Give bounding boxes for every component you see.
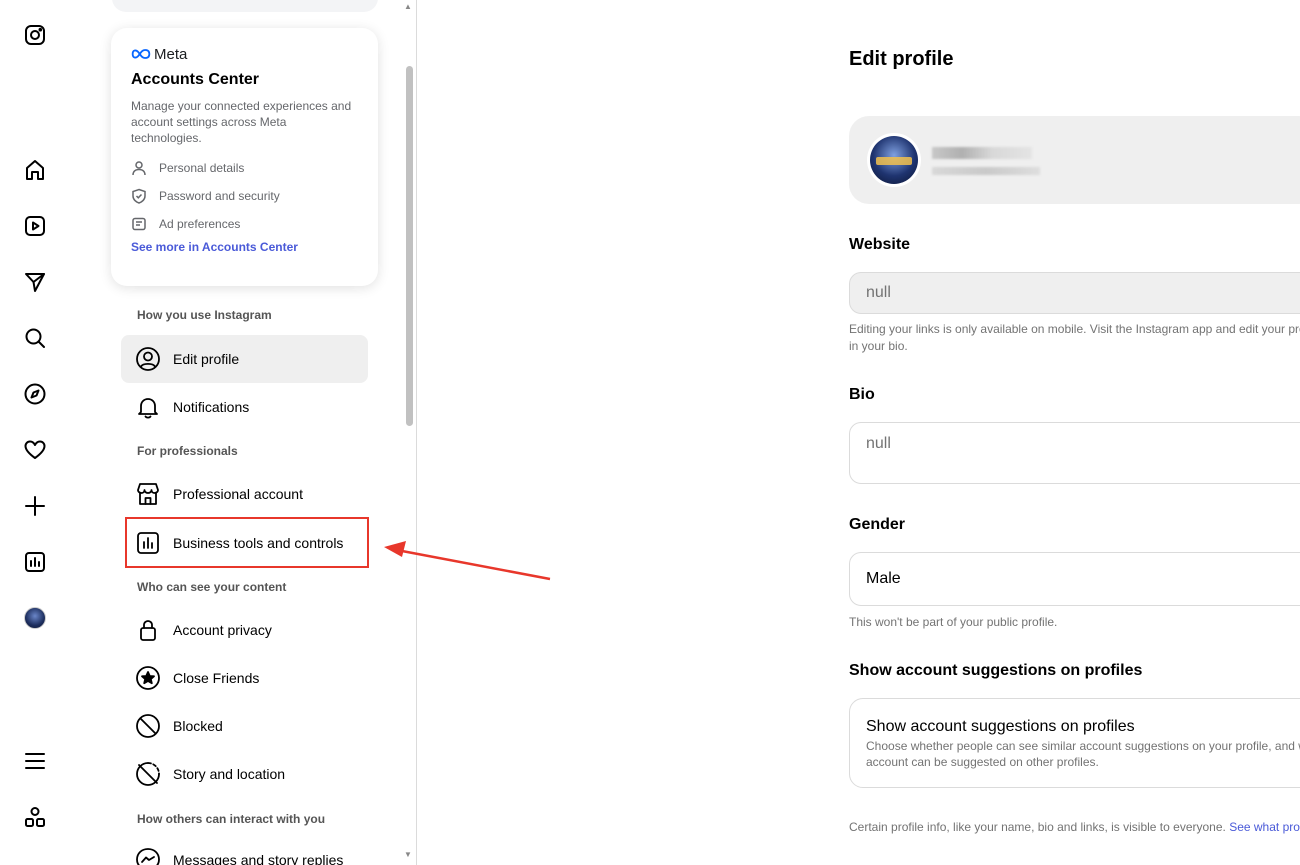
nav-edit-profile[interactable]: Edit profile (121, 335, 368, 383)
ac-password-security[interactable]: Password and security (131, 182, 358, 210)
website-field: null (849, 272, 1300, 314)
card-stub (112, 0, 378, 12)
nav-story-location[interactable]: Story and location (121, 750, 368, 798)
nav-label: Account privacy (173, 622, 272, 638)
website-helper-text-2: in your bio. (849, 339, 908, 353)
page-title: Edit profile (849, 48, 954, 70)
suggestions-toggle-box[interactable]: Show account suggestions on profiles Cho… (849, 698, 1300, 788)
profile-avatar[interactable] (21, 604, 49, 632)
profile-photo[interactable] (867, 133, 921, 187)
person-icon (132, 161, 146, 176)
edit-profile-main: Edit profile Website null Editing your l… (849, 0, 1300, 865)
chart-box-icon (137, 531, 159, 554)
nav-blocked[interactable]: Blocked (121, 702, 368, 750)
settings-sidebar: Meta Accounts Center Manage your connect… (100, 0, 417, 865)
nav-label: Blocked (173, 718, 223, 734)
meta-logo: Meta (131, 45, 358, 63)
section-heading: How others can interact with you (137, 812, 326, 826)
ac-item-label: Ad preferences (159, 217, 241, 231)
ac-item-label: Personal details (159, 161, 245, 175)
star-circle-icon (136, 666, 160, 690)
accounts-center-title: Accounts Center (131, 71, 260, 88)
instagram-icon[interactable] (21, 21, 49, 49)
suggestions-title: Show account suggestions on profiles (866, 718, 1135, 735)
meta-brand-text: Meta (154, 45, 188, 63)
accounts-center-card[interactable]: Meta Accounts Center Manage your connect… (111, 28, 378, 286)
nav-label: Story and location (173, 766, 286, 782)
accounts-center-description: Manage your connected experiences and ac… (131, 99, 352, 145)
see-more-accounts-center-link[interactable]: See more in Accounts Center (131, 240, 358, 254)
nav-professional-account[interactable]: Professional account (121, 470, 368, 518)
scroll-thumb[interactable] (406, 66, 413, 426)
nav-business-tools[interactable]: Business tools and controls (125, 517, 369, 568)
nav-label: Professional account (173, 486, 303, 502)
bio-textarea[interactable]: null (849, 422, 1300, 484)
insights-icon[interactable] (21, 548, 49, 576)
sidebar-scrollbar[interactable]: ▲ ▼ (401, 0, 415, 865)
reels-icon[interactable] (21, 212, 49, 240)
nav-label: Edit profile (173, 351, 240, 367)
website-label: Website (849, 236, 911, 253)
menu-icon[interactable] (21, 747, 49, 775)
nav-label: Close Friends (173, 670, 260, 686)
messenger-icon (136, 848, 160, 865)
heart-icon[interactable] (21, 436, 49, 464)
blurred-name (932, 147, 1032, 159)
section-heading: How you use Instagram (137, 308, 272, 322)
bio-label: Bio (849, 386, 875, 403)
ad-icon (132, 217, 146, 231)
direct-icon[interactable] (21, 268, 49, 296)
shield-icon (132, 188, 146, 204)
nav-account-privacy[interactable]: Account privacy (121, 606, 368, 654)
lock-icon (140, 620, 156, 641)
home-icon[interactable] (21, 156, 49, 184)
bell-icon (138, 398, 158, 419)
threads-icon[interactable] (21, 803, 49, 831)
website-helper-text: Editing your links is only available on … (849, 322, 1300, 336)
nav-notifications[interactable]: Notifications (121, 383, 368, 431)
suggestions-label: Show account suggestions on profiles (849, 662, 1143, 679)
footer-link[interactable]: See what pro (1229, 820, 1300, 834)
nav-label: Business tools and controls (173, 534, 344, 551)
explore-icon[interactable] (21, 380, 49, 408)
profile-card (849, 116, 1300, 204)
create-icon[interactable] (21, 492, 49, 520)
ac-ad-preferences[interactable]: Ad preferences (131, 210, 358, 238)
nav-close-friends[interactable]: Close Friends (121, 654, 368, 702)
store-icon (137, 483, 159, 505)
blurred-username (932, 167, 1040, 175)
story-off-icon (136, 762, 160, 786)
meta-infinity-icon (131, 49, 151, 59)
footer-text: Certain profile info, like your name, bi… (849, 820, 1226, 834)
nav-messages-story-replies[interactable]: Messages and story replies (121, 836, 368, 865)
scroll-down-arrow[interactable]: ▼ (404, 850, 412, 859)
ac-personal-details[interactable]: Personal details (131, 154, 358, 182)
section-heading: Who can see your content (137, 580, 287, 594)
section-heading: For professionals (137, 444, 238, 458)
blocked-icon (136, 714, 160, 738)
global-nav-rail (0, 0, 70, 865)
footer-note: Certain profile info, like your name, bi… (849, 820, 1300, 834)
scroll-up-arrow[interactable]: ▲ (404, 2, 412, 11)
gender-helper-text: This won't be part of your public profil… (849, 615, 1058, 629)
gender-label: Gender (849, 516, 906, 533)
nav-label: Notifications (173, 399, 250, 415)
gender-select[interactable]: Male (849, 552, 1300, 606)
ac-item-label: Password and security (159, 189, 280, 203)
suggestions-desc-1: Choose whether people can see similar ac… (866, 739, 1300, 753)
annotation-arrow (384, 541, 551, 581)
search-icon[interactable] (21, 324, 49, 352)
suggestions-desc-2: account can be suggested on other profil… (866, 755, 1099, 769)
profile-circle-icon (136, 347, 160, 371)
nav-label: Messages and story replies (173, 852, 344, 865)
